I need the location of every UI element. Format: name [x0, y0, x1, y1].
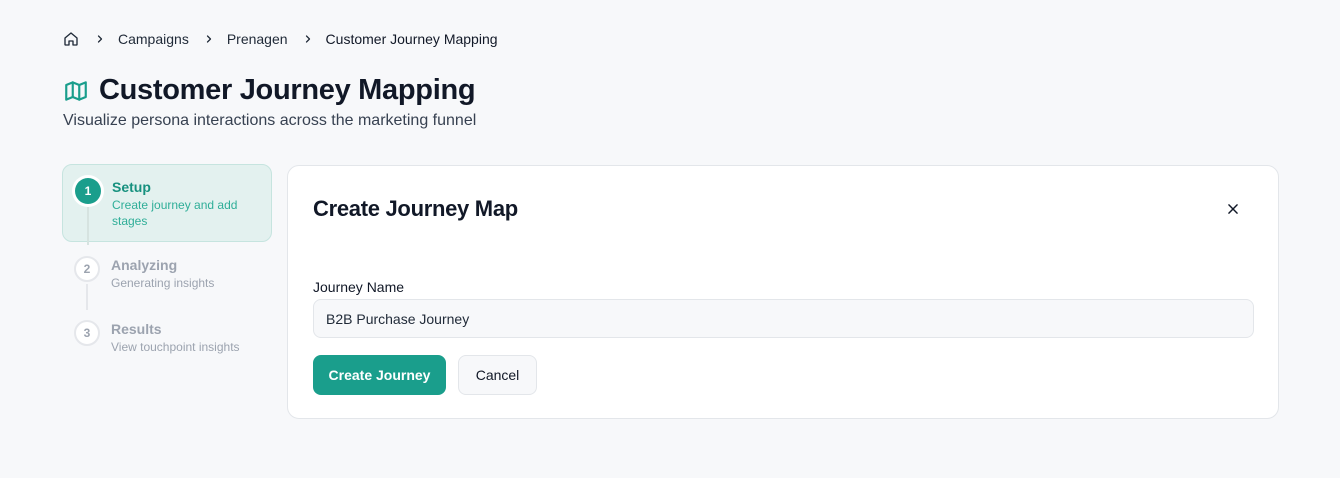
step-title: Setup [112, 179, 151, 195]
card-title: Create Journey Map [313, 196, 518, 221]
chevron-right-icon [92, 31, 108, 47]
step-setup[interactable]: 1 Setup Create journey and add stages [62, 164, 272, 245]
step-number-circle: 3 [74, 320, 100, 346]
journey-name-input[interactable] [313, 299, 1254, 338]
page: Campaigns Prenagen Customer Journey Mapp… [0, 0, 1340, 478]
step-title: Analyzing [111, 257, 178, 273]
step-analyzing: 2 Analyzing Generating insights [62, 242, 272, 310]
journey-name-label: Journey Name [313, 279, 405, 295]
breadcrumb-campaigns[interactable]: Campaigns [118, 31, 189, 47]
breadcrumb-prenagen[interactable]: Prenagen [227, 31, 288, 47]
cancel-button[interactable]: Cancel [458, 355, 537, 395]
step-number-circle: 2 [74, 256, 100, 282]
step-description: View touchpoint insights [111, 340, 240, 354]
step-description: Create journey and add stages [112, 198, 238, 228]
breadcrumb: Campaigns Prenagen Customer Journey Mapp… [62, 28, 498, 50]
create-journey-card: Create Journey Map Journey Name Create J… [287, 165, 1279, 419]
create-journey-button[interactable]: Create Journey [313, 355, 446, 395]
step-number-circle: 1 [75, 178, 101, 204]
page-subtitle: Visualize persona interactions across th… [63, 112, 477, 129]
page-header: Customer Journey Mapping [63, 74, 476, 107]
step-description: Generating insights [111, 276, 215, 290]
page-title: Customer Journey Mapping [99, 74, 476, 106]
chevron-right-icon [300, 31, 316, 47]
chevron-right-icon [201, 31, 217, 47]
progress-stepper: 1 Setup Create journey and add stages 2 … [62, 164, 272, 370]
breadcrumb-current: Customer Journey Mapping [325, 31, 498, 47]
step-title: Results [111, 321, 162, 337]
map-icon [63, 78, 89, 104]
home-icon[interactable] [62, 30, 80, 48]
close-icon[interactable] [1222, 198, 1244, 220]
step-results: 3 Results View touchpoint insights [62, 306, 272, 370]
step-connector [87, 207, 89, 245]
